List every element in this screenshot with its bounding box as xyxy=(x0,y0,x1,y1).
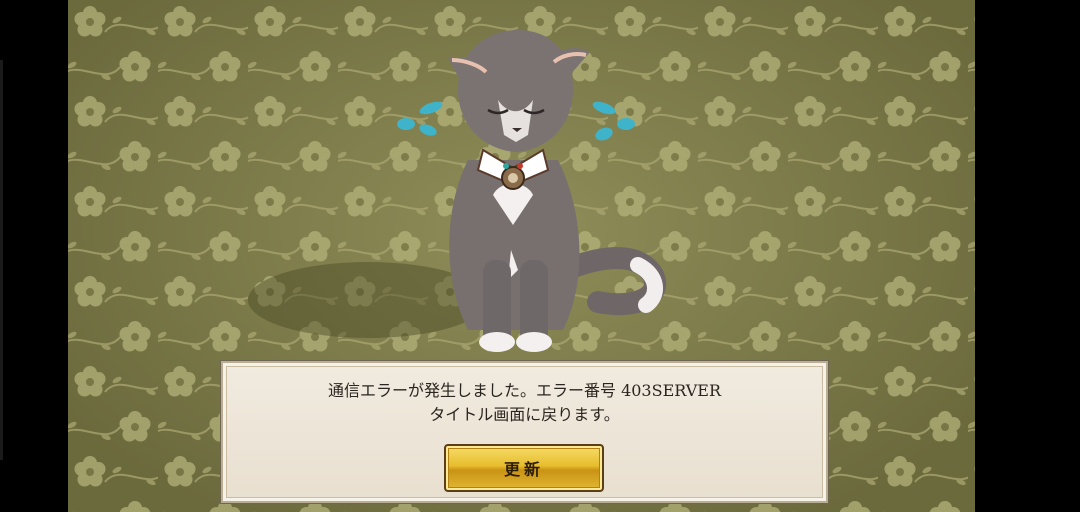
game-screen: 通信エラーが発生しました。エラー番号 403SERVER タイトル画面に戻ります… xyxy=(0,0,1080,512)
refresh-button[interactable]: 更新 xyxy=(444,444,604,492)
refresh-button-label: 更新 xyxy=(503,460,544,479)
error-message-line1: 通信エラーが発生しました。エラー番号 403SERVER xyxy=(327,381,722,400)
error-dialog: 通信エラーが発生しました。エラー番号 403SERVER タイトル画面に戻ります… xyxy=(221,361,828,503)
error-message-line2: タイトル画面に戻ります。 xyxy=(429,405,620,424)
screen-edge xyxy=(0,60,3,460)
tear-drops-icon xyxy=(397,101,443,136)
error-message: 通信エラーが発生しました。エラー番号 403SERVER タイトル画面に戻ります… xyxy=(223,379,826,427)
tear-drops-icon xyxy=(592,101,635,141)
sad-cat-icon xyxy=(348,20,678,360)
